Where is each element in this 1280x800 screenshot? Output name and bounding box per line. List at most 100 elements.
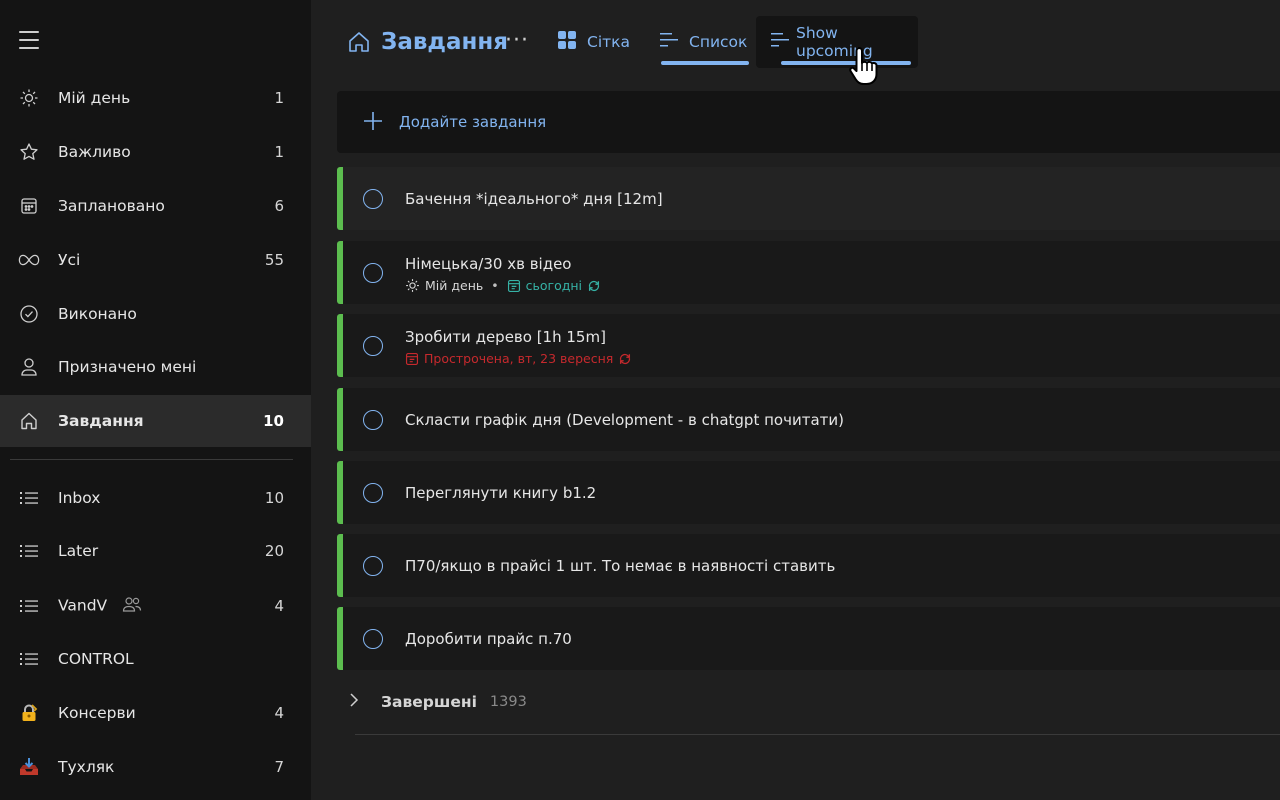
calendar-icon [507,279,521,293]
list-color-bar [337,241,343,304]
completed-label: Завершені [381,693,477,711]
sidebar-item-count: 1 [274,143,284,161]
complete-task-checkbox[interactable] [363,482,383,503]
person-icon [18,356,40,378]
sidebar-item-completed[interactable]: Виконано [0,288,311,340]
task-item[interactable]: П70/якщо в прайсі 1 шт. То немає в наявн… [337,534,1280,597]
sidebar-list-count: 7 [274,758,284,776]
add-task-placeholder: Додайте завдання [399,113,547,131]
main-content: Завдання ··· Сітка Список Show upcoming [311,0,1280,800]
sidebar-list-inbox[interactable]: Inbox 10 [0,472,311,524]
task-title: Зробити дерево [1h 15m] [405,328,606,346]
list-view-label: Список [689,33,748,51]
complete-task-checkbox[interactable] [363,628,383,649]
sidebar-list-count: 20 [264,542,284,560]
home-icon [18,410,40,432]
sidebar-list-count: 10 [264,489,284,507]
sidebar-item-label: Завдання [58,412,144,430]
sidebar-list-label: Консерви [58,704,136,722]
sidebar-item-all[interactable]: Усі 55 [0,234,311,286]
task-title: Скласти графік дня (Development - в chat… [405,410,844,429]
sidebar-item-label: Усі [58,251,81,269]
complete-task-checkbox[interactable] [363,555,383,576]
list-color-bar [337,167,343,230]
task-title: П70/якщо в прайсі 1 шт. То немає в наявн… [405,556,836,575]
completed-divider [355,734,1280,735]
task-item[interactable]: Доробити прайс п.70 [337,607,1280,670]
sidebar: Мій день 1 Важливо 1 Заплановано 6 Усі 5… [0,0,311,800]
sidebar-item-label: Заплановано [58,197,165,215]
sidebar-item-important[interactable]: Важливо 1 [0,126,311,178]
sidebar-list-tukhlyak[interactable]: Тухляк 7 [0,741,311,793]
sidebar-list-label: Later [58,542,99,560]
task-title: Переглянути книгу b1.2 [405,483,597,502]
task-item[interactable]: Скласти графік дня (Development - в chat… [337,388,1280,451]
grid-view-button[interactable]: Сітка [557,16,641,68]
sidebar-list-label: Тухляк [58,758,115,776]
completed-section-toggle[interactable]: Завершені 1393 [349,692,527,712]
complete-task-checkbox[interactable] [363,335,383,356]
sidebar-item-planned[interactable]: Заплановано 6 [0,180,311,232]
sun-icon [405,278,420,293]
task-title: Бачення *ідеального* дня [12m] [405,189,663,208]
star-icon [18,141,40,163]
list-view-icon [770,31,790,53]
list-color-bar [337,534,343,597]
list-icon [18,595,40,617]
more-options-button[interactable]: ··· [505,28,529,53]
list-view-button[interactable]: Список [659,16,751,68]
due-date-label: сьогодні [525,278,582,293]
shared-people-icon [122,596,142,616]
task-item[interactable]: Німецька/30 хв відео Мій день • сьогодні [337,241,1280,304]
complete-task-checkbox[interactable] [363,188,383,209]
repeat-icon [587,279,601,293]
sidebar-list-vandv[interactable]: VandV 4 [0,580,311,632]
sidebar-list-konservy[interactable]: Консерви 4 [0,687,311,739]
task-title: Німецька/30 хв відео [405,255,572,273]
calendar-icon [405,352,419,366]
complete-task-checkbox[interactable] [363,262,383,283]
sidebar-item-label: Мій день [58,89,131,107]
sidebar-list-label: Inbox [58,489,101,507]
home-icon [347,30,371,58]
plus-icon [363,111,383,135]
sidebar-item-tasks[interactable]: Завдання 10 [0,395,311,447]
task-meta: Мій день • сьогодні [405,278,601,293]
sidebar-divider [10,459,293,460]
list-header: Завдання ··· Сітка Список Show upcoming [311,0,1280,86]
overdue-date-label: Прострочена, вт, 23 вересня [424,351,614,366]
complete-task-checkbox[interactable] [363,409,383,430]
my-day-tag: Мій день [425,278,484,293]
list-view-icon [659,31,679,53]
list-icon [18,648,40,670]
sidebar-list-count: 4 [274,704,284,722]
task-item[interactable]: Переглянути книгу b1.2 [337,461,1280,524]
task-meta: Прострочена, вт, 23 вересня [405,351,632,366]
hamburger-menu-icon[interactable] [19,31,39,49]
page-title: Завдання [381,29,509,55]
task-item[interactable]: Бачення *ідеального* дня [12m] [337,167,1280,230]
infinity-icon [18,249,40,271]
sidebar-list-label: CONTROL [58,650,134,668]
sidebar-list-label: VandV [58,596,108,615]
sidebar-list-later[interactable]: Later 20 [0,525,311,577]
list-color-bar [337,607,343,670]
list-icon [18,487,40,509]
list-icon [18,540,40,562]
meta-separator: • [491,278,499,293]
sidebar-item-assigned[interactable]: Призначено мені [0,341,311,393]
task-title: Доробити прайс п.70 [405,629,572,648]
sidebar-item-label: Виконано [58,305,137,323]
show-upcoming-button[interactable]: Show upcoming [756,16,918,68]
list-color-bar [337,314,343,377]
task-item[interactable]: Зробити дерево [1h 15m] Прострочена, вт,… [337,314,1280,377]
sidebar-list-control[interactable]: CONTROL [0,633,311,685]
sun-icon [18,87,40,109]
sidebar-item-my-day[interactable]: Мій день 1 [0,72,311,124]
add-task-input[interactable]: Додайте завдання [337,91,1280,153]
inbox-tray-emoji-icon [18,756,40,778]
sidebar-item-count: 10 [263,412,284,430]
completed-count: 1393 [489,694,527,710]
sidebar-item-label: Призначено мені [58,358,197,376]
upcoming-underline [781,61,911,65]
